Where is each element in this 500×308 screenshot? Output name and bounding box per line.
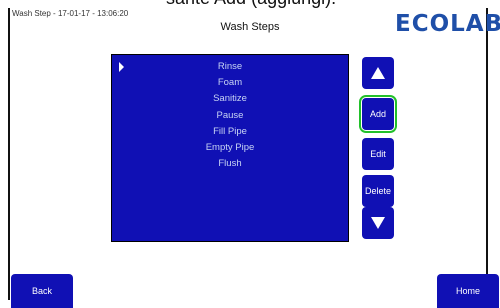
ecolab-logo: ECOLAB [395,11,500,37]
list-item-flush[interactable]: Flush [112,156,348,172]
arrow-down-icon [371,217,385,229]
document-caption-fragment: sante Add (aggiungi). [0,0,500,8]
back-button[interactable]: Back [11,274,73,308]
hmi-screen: Wash Step - 17-01-17 - 13:06:20 Wash Ste… [8,8,500,308]
page-title: Wash Steps [220,21,280,33]
add-button[interactable]: Add [359,95,397,133]
list-item-foam[interactable]: Foam [112,75,348,91]
delete-button[interactable]: Delete [362,175,394,207]
home-button[interactable]: Home [437,274,499,308]
list-item-rinse[interactable]: Rinse [112,59,348,75]
list-item-pause[interactable]: Pause [112,108,348,124]
caption-text: sante Add (aggiungi). [166,0,336,8]
list-item-empty-pipe[interactable]: Empty Pipe [112,140,348,156]
scroll-down-button[interactable] [362,207,394,239]
scroll-up-button[interactable] [362,57,394,89]
wash-steps-list: Rinse Foam Sanitize Pause Fill Pipe Empt… [112,59,348,172]
header-timestamp: Wash Step - 17-01-17 - 13:06:20 [12,9,129,18]
wash-steps-list-panel: Rinse Foam Sanitize Pause Fill Pipe Empt… [111,54,349,242]
edit-button[interactable]: Edit [362,138,394,170]
arrow-up-icon [371,67,385,79]
list-item-sanitize[interactable]: Sanitize [112,91,348,107]
list-item-fill-pipe[interactable]: Fill Pipe [112,124,348,140]
